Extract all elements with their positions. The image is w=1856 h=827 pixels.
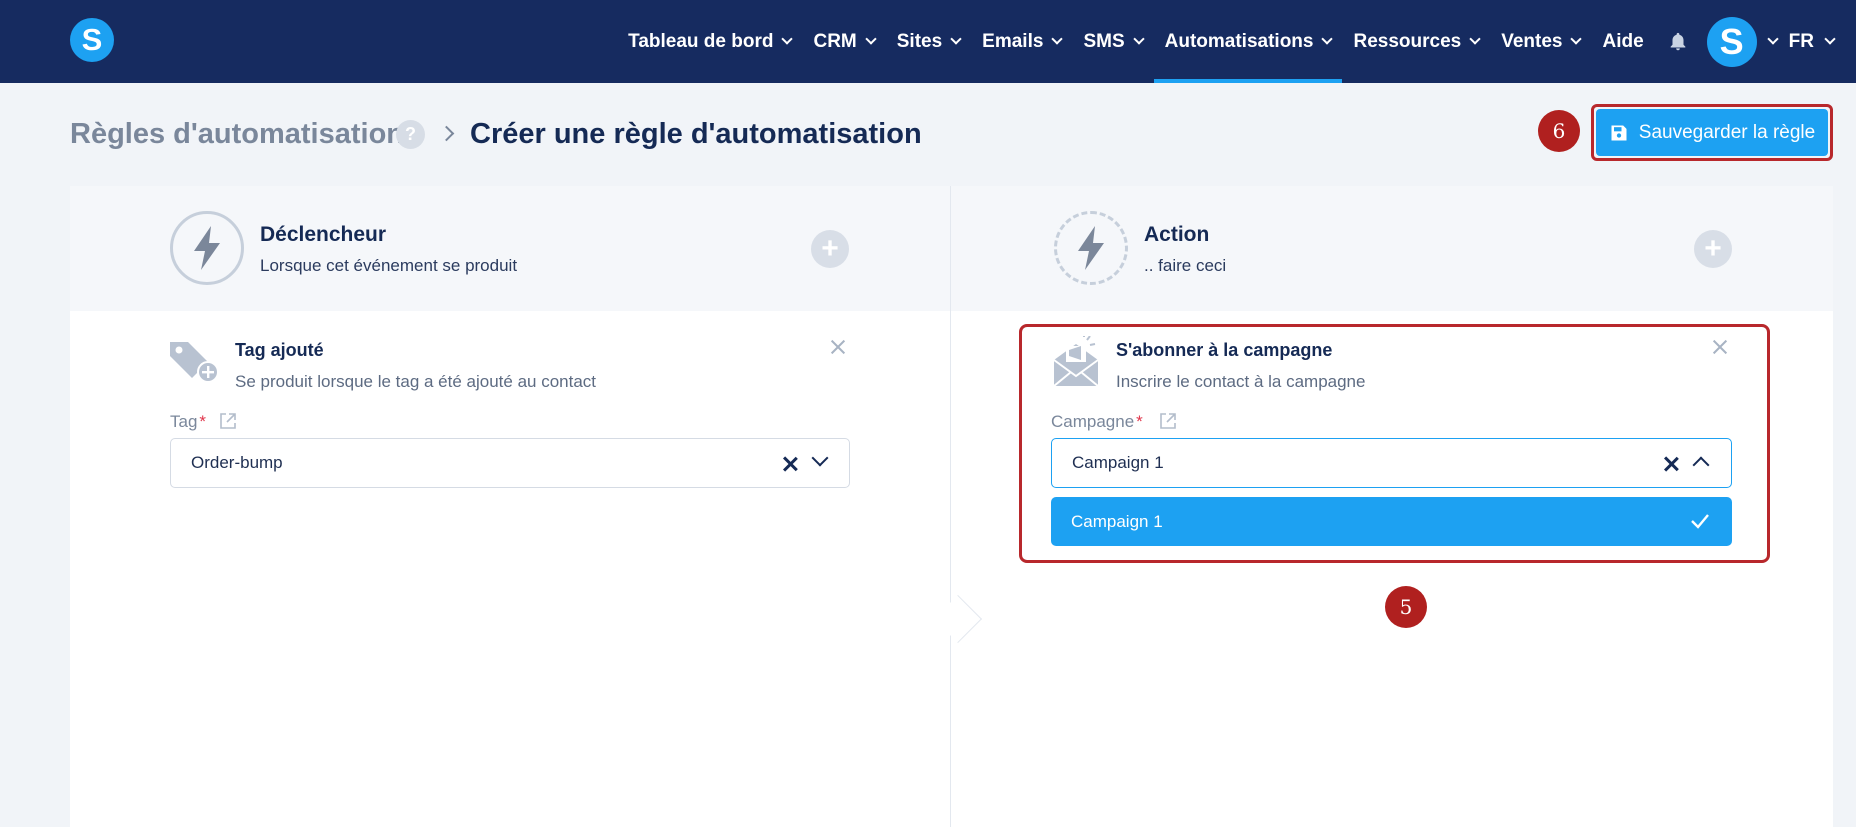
chevron-down-icon (1570, 33, 1583, 45)
language-label: FR (1788, 30, 1814, 52)
tag-plus-icon (170, 342, 219, 383)
required-mark: * (199, 412, 207, 431)
chevron-down-icon (1132, 33, 1145, 45)
external-link-icon[interactable] (219, 412, 237, 430)
rule-builder-header (70, 186, 1833, 311)
save-button-label: Sauvegarder la règle (1638, 121, 1816, 143)
action-highlight-box (1019, 324, 1770, 563)
save-rule-button[interactable]: Sauvegarder la règle (1596, 109, 1828, 156)
tag-select[interactable]: Order-bump (170, 438, 850, 488)
bell-icon[interactable] (1667, 31, 1689, 53)
nav-item-sites[interactable]: Sites (886, 0, 971, 83)
nav-item-emails[interactable]: Emails (971, 0, 1072, 83)
tag-select-value: Order-bump (191, 453, 283, 472)
trigger-item-title: Tag ajouté (235, 340, 324, 360)
nav-item-automatisations[interactable]: Automatisations (1153, 0, 1343, 83)
nav-item-label: Tableau de bord (628, 30, 774, 52)
nav-item-label: CRM (813, 30, 857, 52)
language-selector[interactable]: FR (1789, 31, 1856, 53)
nav-item-ressources[interactable]: Ressources (1342, 0, 1490, 83)
nav-item-label: Emails (982, 30, 1044, 52)
lightning-bolt-icon (170, 211, 244, 285)
column-divider (950, 186, 951, 827)
chevron-down-icon (1321, 33, 1334, 45)
chevron-down-icon (950, 33, 962, 45)
action-subtitle: .. faire ceci (1144, 256, 1227, 275)
nav-item-label: Aide (1602, 30, 1644, 52)
lightning-bolt-refresh-icon (1054, 211, 1128, 285)
top-navigation-bar: S Tableau de bord CRM Sites Emails SMS A… (0, 0, 1856, 83)
chevron-down-icon (1469, 33, 1481, 45)
nav-item-label: Sites (896, 30, 943, 52)
breadcrumb-root[interactable]: Règles d'automatisation (70, 118, 404, 151)
chevron-down-icon (781, 33, 794, 45)
floppy-disk-icon (1611, 125, 1627, 140)
add-trigger-button[interactable]: + (811, 230, 849, 268)
action-title: Action (1144, 223, 1210, 246)
nav-item-label: Ventes (1501, 30, 1563, 52)
nav-item-crm[interactable]: CRM (802, 0, 885, 83)
nav-item-label: Automatisations (1164, 30, 1314, 52)
nav-item-sms[interactable]: SMS (1072, 0, 1153, 83)
trigger-title: Déclencheur (260, 223, 387, 246)
main-nav: Tableau de bord CRM Sites Emails SMS Aut… (617, 0, 1856, 83)
chevron-right-icon (438, 125, 455, 142)
nav-item-ventes[interactable]: Ventes (1490, 0, 1591, 83)
nav-item-label: Ressources (1353, 30, 1462, 52)
tag-label-text: Tag (170, 412, 198, 431)
add-action-button[interactable]: + (1694, 230, 1732, 268)
chevron-down-icon (1767, 33, 1779, 45)
avatar: S (1706, 16, 1757, 67)
remove-trigger-icon[interactable] (830, 339, 846, 355)
clear-icon[interactable] (783, 457, 797, 471)
chevron-down-icon (865, 33, 877, 45)
nav-item-tableau-de-bord[interactable]: Tableau de bord (617, 0, 802, 83)
trigger-subtitle: Lorsque cet événement se produit (260, 256, 518, 275)
trigger-item-description: Se produit lorsque le tag a été ajouté a… (235, 372, 597, 391)
chevron-down-icon (1051, 33, 1064, 45)
user-menu[interactable]: S (1706, 16, 1789, 67)
nav-item-aide[interactable]: Aide (1591, 0, 1654, 83)
tag-field-label: Tag * (170, 412, 206, 432)
chevron-down-icon (1824, 33, 1836, 45)
chevron-down-icon[interactable] (811, 449, 829, 467)
nav-item-label: SMS (1083, 30, 1125, 52)
annotation-badge-save: 6 (1538, 110, 1580, 152)
brand-logo[interactable]: S (70, 18, 114, 62)
annotation-badge-action: 5 (1385, 586, 1427, 628)
help-icon[interactable]: ? (396, 120, 425, 149)
page-title: Créer une règle d'automatisation (470, 118, 922, 150)
